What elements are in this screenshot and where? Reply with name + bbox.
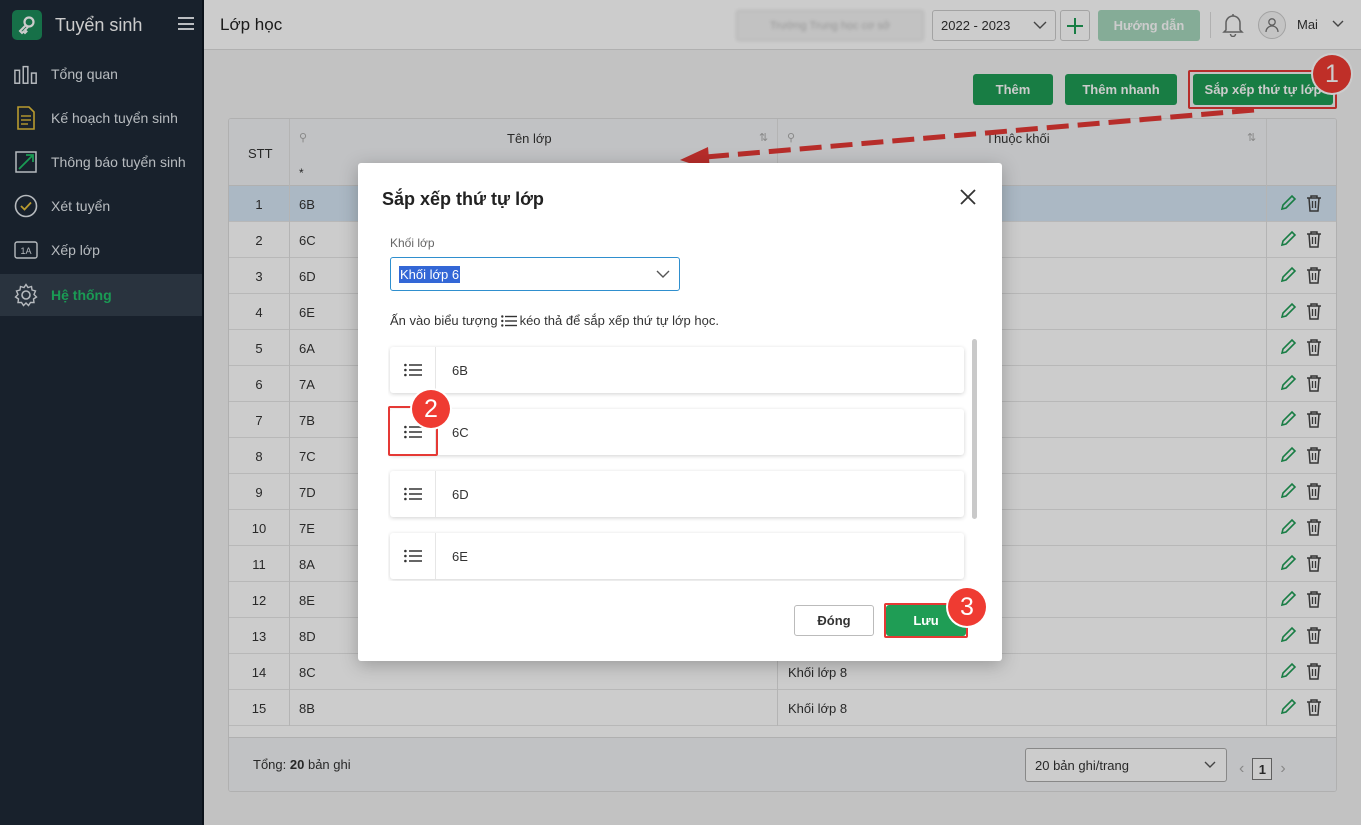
drag-handle-icon[interactable]: [390, 347, 436, 393]
dialog-title: Sắp xếp thứ tự lớp: [382, 189, 544, 209]
sortable-list: 6B 6C 6D 6E: [388, 341, 978, 581]
callout-badge: 2: [412, 390, 450, 428]
grade-select-value: Khối lớp 6: [399, 265, 461, 283]
list-drag-icon: [500, 314, 517, 327]
sortable-item-label: 6E: [452, 549, 468, 564]
sortable-item-label: 6B: [452, 363, 468, 378]
grade-field-label: Khối lớp: [390, 236, 435, 250]
sortable-item[interactable]: 6C: [390, 409, 964, 455]
sortable-item-label: 6C: [452, 425, 469, 440]
close-button[interactable]: Đóng: [794, 605, 874, 636]
drag-handle-icon[interactable]: [390, 533, 436, 579]
drag-handle-icon[interactable]: [390, 471, 436, 517]
sortable-item[interactable]: 6D: [390, 471, 964, 517]
grade-select[interactable]: Khối lớp 6: [390, 257, 680, 291]
sortable-item[interactable]: 6B: [390, 347, 964, 393]
callout-badge: 3: [948, 588, 986, 626]
sortable-item-label: 6D: [452, 487, 469, 502]
close-icon[interactable]: [960, 189, 976, 205]
sortable-item[interactable]: 6E: [390, 533, 964, 579]
sort-classes-dialog: Sắp xếp thứ tự lớp Khối lớp Khối lớp 6 Ấ…: [358, 163, 1002, 661]
chevron-down-icon: [656, 270, 670, 278]
drag-hint: Ấn vào biểu tượng kéo thả để sắp xếp thứ…: [390, 313, 719, 328]
